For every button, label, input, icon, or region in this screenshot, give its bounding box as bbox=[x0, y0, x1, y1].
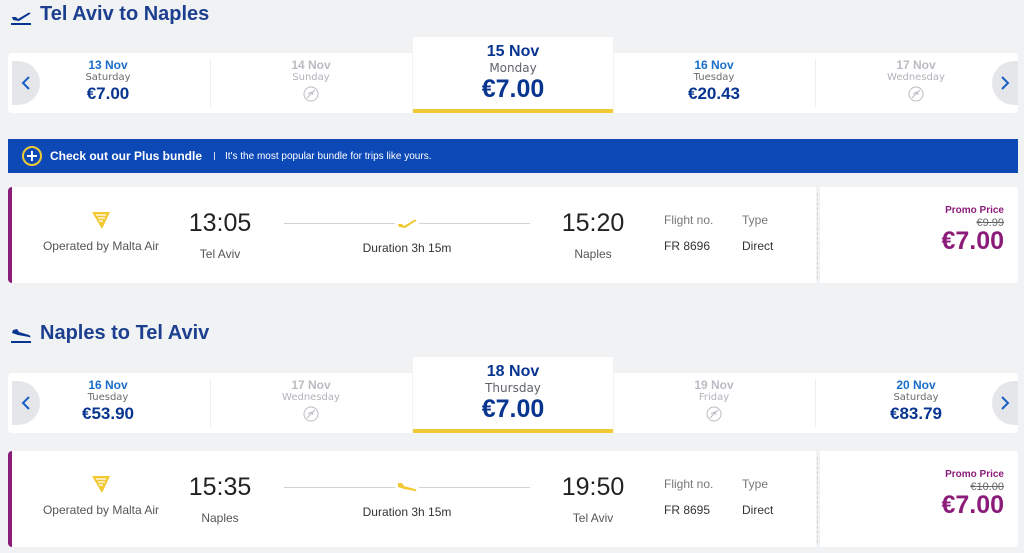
type-value: Direct bbox=[742, 239, 774, 253]
duration: Duration 3h 15m bbox=[362, 505, 452, 519]
inbound-date-16-nov[interactable]: 16 Nov Tuesday €53.90 bbox=[8, 373, 208, 433]
date-label: 19 Nov bbox=[694, 378, 734, 392]
outbound-date-13-nov[interactable]: 13 Nov Saturday €7.00 bbox=[8, 53, 208, 113]
arrival-time: 19:50 bbox=[561, 473, 625, 501]
flight-no-label: Flight no. bbox=[664, 477, 714, 491]
route: Duration 3h 15m bbox=[284, 215, 530, 255]
departure-time: 13:05 bbox=[188, 209, 252, 237]
outbound-date-14-nov: 14 Nov Sunday bbox=[211, 53, 411, 113]
outbound-date-15-nov-selected[interactable]: 15 Nov Monday €7.00 bbox=[413, 37, 613, 113]
banner-text: It's the most popular bundle for trips l… bbox=[225, 150, 432, 162]
outbound-section-title: Tel Aviv to Naples bbox=[10, 3, 209, 26]
arrival-city: Naples bbox=[574, 247, 612, 261]
arrival-city: Tel Aviv bbox=[572, 511, 614, 525]
date-price: €7.00 bbox=[481, 395, 545, 423]
arrival: 15:20 Naples bbox=[538, 209, 648, 261]
outbound-flight-card[interactable]: Operated by Malta Air 13:05 Tel Aviv Dur… bbox=[8, 187, 1018, 283]
arrival-time: 15:20 bbox=[561, 209, 625, 237]
day-label: Friday bbox=[698, 392, 730, 403]
day-label: Tuesday bbox=[693, 72, 735, 83]
inbound-flight-card[interactable]: Operated by Malta Air 15:35 Naples Durat… bbox=[8, 451, 1018, 547]
no-flight-icon bbox=[303, 406, 319, 422]
outbound-date-17-nov: 17 Nov Wednesday bbox=[816, 53, 1016, 113]
no-flight-icon bbox=[908, 86, 924, 102]
harp-logo-icon bbox=[92, 476, 110, 493]
date-label: 16 Nov bbox=[694, 58, 734, 72]
departure: 13:05 Tel Aviv bbox=[165, 209, 275, 261]
flight-no-label: Flight no. bbox=[664, 213, 714, 227]
date-label: 20 Nov bbox=[896, 378, 936, 392]
day-label: Monday bbox=[489, 61, 537, 75]
route: Duration 3h 15m bbox=[284, 479, 530, 519]
inbound-date-19-nov: 19 Nov Friday bbox=[614, 373, 814, 433]
flight-no-value: FR 8695 bbox=[664, 503, 711, 517]
arrival: 19:50 Tel Aviv bbox=[538, 473, 648, 525]
plus-bundle-banner[interactable]: + Check out our Plus bundle It's the mos… bbox=[8, 139, 1018, 173]
outbound-date-16-nov[interactable]: 16 Nov Tuesday €20.43 bbox=[614, 53, 814, 113]
day-label: Saturday bbox=[85, 72, 131, 83]
operator-text: Operated by Malta Air bbox=[42, 503, 160, 517]
date-label: 17 Nov bbox=[291, 378, 331, 392]
inbound-date-20-nov[interactable]: 20 Nov Saturday €83.79 bbox=[816, 373, 1016, 433]
day-label: Saturday bbox=[893, 392, 939, 403]
type-label: Type bbox=[742, 477, 769, 491]
inbound-date-strip: 16 Nov Tuesday €53.90 17 Nov Wednesday 1… bbox=[8, 357, 1018, 433]
plane-takeoff-icon bbox=[395, 215, 419, 231]
flight-details: Operated by Malta Air 15:35 Naples Durat… bbox=[8, 451, 816, 547]
banner-title: Check out our Plus bundle bbox=[50, 149, 203, 163]
plus-circle-icon: + bbox=[22, 146, 42, 166]
plane-landing-icon bbox=[395, 479, 419, 495]
day-label: Tuesday bbox=[87, 392, 129, 403]
inbound-date-17-nov: 17 Nov Wednesday bbox=[211, 373, 411, 433]
inbound-date-18-nov-selected[interactable]: 18 Nov Thursday €7.00 bbox=[413, 357, 613, 433]
inbound-section-title: Naples to Tel Aviv bbox=[10, 322, 209, 345]
date-label: 15 Nov bbox=[486, 43, 540, 60]
price-panel[interactable]: Promo Price €10.00 €7.00 bbox=[820, 451, 1018, 547]
day-label: Sunday bbox=[292, 72, 330, 83]
flight-info: Flight no. Type FR 8695 Direct bbox=[664, 477, 814, 517]
outbound-date-strip: 13 Nov Saturday €7.00 14 Nov Sunday 15 N… bbox=[8, 37, 1018, 113]
date-price: €7.00 bbox=[481, 75, 545, 103]
departure-city: Naples bbox=[201, 511, 239, 525]
date-price: €53.90 bbox=[82, 404, 134, 423]
operator: Operated by Malta Air bbox=[36, 473, 166, 517]
chevron-right-icon bbox=[1001, 396, 1010, 410]
day-label: Thursday bbox=[485, 381, 541, 395]
flight-details: Operated by Malta Air 13:05 Tel Aviv Dur… bbox=[8, 187, 816, 283]
duration: Duration 3h 15m bbox=[362, 241, 452, 255]
departure-time: 15:35 bbox=[188, 473, 252, 501]
date-price: €83.79 bbox=[890, 404, 942, 423]
no-flight-icon bbox=[303, 86, 319, 102]
date-price: €7.00 bbox=[86, 84, 130, 103]
inbound-title: Naples to Tel Aviv bbox=[40, 322, 210, 344]
day-label: Wednesday bbox=[282, 392, 340, 403]
type-label: Type bbox=[742, 213, 769, 227]
price-panel[interactable]: Promo Price €9.99 €7.00 bbox=[820, 187, 1018, 283]
plane-takeoff-icon bbox=[11, 12, 31, 25]
promo-label: Promo Price bbox=[945, 205, 1004, 216]
flight-info: Flight no. Type FR 8696 Direct bbox=[664, 213, 814, 253]
flight-price: €7.00 bbox=[941, 227, 1004, 255]
outbound-title: Tel Aviv to Naples bbox=[40, 3, 210, 25]
operator: Operated by Malta Air bbox=[36, 209, 166, 253]
no-flight-icon bbox=[706, 406, 722, 422]
promo-label: Promo Price bbox=[945, 469, 1004, 480]
plane-landing-icon bbox=[11, 328, 31, 343]
banner-divider bbox=[214, 152, 216, 160]
chevron-right-icon bbox=[1001, 76, 1010, 90]
flight-price: €7.00 bbox=[941, 491, 1004, 519]
date-label: 18 Nov bbox=[486, 363, 540, 380]
date-label: 17 Nov bbox=[896, 58, 936, 72]
departure-city: Tel Aviv bbox=[199, 247, 241, 261]
type-value: Direct bbox=[742, 503, 774, 517]
harp-logo-icon bbox=[92, 212, 110, 229]
date-label: 16 Nov bbox=[88, 378, 128, 392]
date-price: €20.43 bbox=[688, 84, 740, 103]
date-label: 14 Nov bbox=[291, 58, 331, 72]
operator-text: Operated by Malta Air bbox=[42, 239, 160, 253]
date-label: 13 Nov bbox=[88, 58, 128, 72]
departure: 15:35 Naples bbox=[165, 473, 275, 525]
day-label: Wednesday bbox=[887, 72, 945, 83]
flight-no-value: FR 8696 bbox=[664, 239, 711, 253]
